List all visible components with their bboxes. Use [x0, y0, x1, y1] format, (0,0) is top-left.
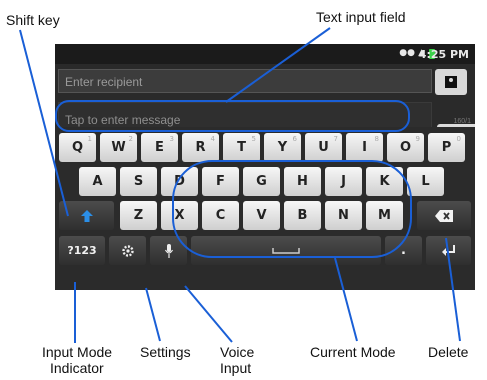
- delete-key[interactable]: [417, 201, 471, 230]
- shift-key[interactable]: [59, 201, 114, 230]
- key-z[interactable]: Z: [120, 201, 157, 230]
- key-label: R: [195, 140, 206, 155]
- callout-text-input-field: Text input field: [316, 9, 406, 25]
- key-label: O: [399, 140, 412, 155]
- key-y[interactable]: Y6: [264, 133, 301, 162]
- callout-current-mode: Current Mode: [310, 344, 396, 360]
- key-w[interactable]: W2: [100, 133, 137, 162]
- settings-callout-line: [145, 287, 161, 342]
- callout-voice-line2: Input: [220, 360, 252, 376]
- contact-icon: [445, 76, 457, 88]
- microphone-icon: [164, 243, 173, 258]
- status-time: 4:25 PM: [418, 48, 469, 61]
- gear-icon: [121, 244, 134, 257]
- key-l[interactable]: L: [407, 167, 444, 196]
- callout-voice-line1: Voice: [220, 344, 255, 360]
- key-label: I: [362, 140, 367, 155]
- callout-settings: Settings: [140, 344, 191, 360]
- key-t[interactable]: T5: [223, 133, 260, 162]
- key-e[interactable]: E3: [141, 133, 178, 162]
- shift-arrow-icon: [80, 209, 93, 222]
- key-o[interactable]: O9: [387, 133, 424, 162]
- callout-delete: Delete: [428, 344, 469, 360]
- recipient-input[interactable]: Enter recipient: [58, 69, 432, 93]
- callout-input-mode-indicator: Input Mode Indicator: [42, 344, 112, 376]
- key-r[interactable]: R4: [182, 133, 219, 162]
- key-u[interactable]: U7: [305, 133, 342, 162]
- key-i[interactable]: I8: [346, 133, 383, 162]
- key-label: T: [237, 140, 246, 155]
- input-mode-key[interactable]: ?123: [59, 236, 105, 265]
- key-a[interactable]: A: [79, 167, 116, 196]
- text-input-highlight: [55, 100, 410, 132]
- callout-input-mode-line2: Indicator: [50, 360, 104, 376]
- contacts-button[interactable]: [435, 69, 467, 95]
- key-label: Y: [277, 140, 288, 155]
- settings-key[interactable]: [109, 236, 146, 265]
- key-label: W: [111, 140, 126, 155]
- key-q[interactable]: Q1: [59, 133, 96, 162]
- enter-arrow-icon: [441, 244, 455, 256]
- callout-shift-key: Shift key: [6, 12, 60, 28]
- key-hint: 9: [415, 135, 420, 143]
- enter-key[interactable]: [426, 236, 471, 265]
- key-label: P: [441, 140, 452, 155]
- current-mode-highlight: [172, 160, 412, 258]
- key-label: E: [155, 140, 164, 155]
- key-hint: 0: [456, 135, 461, 143]
- voice-callout-line: [184, 285, 233, 343]
- backspace-icon: [435, 209, 453, 222]
- status-bar: ●● ▲ 4:25 PM: [55, 44, 475, 64]
- key-s[interactable]: S: [120, 167, 157, 196]
- callout-voice-input: Voice Input: [220, 344, 254, 376]
- key-p[interactable]: P0: [428, 133, 465, 162]
- callout-input-mode-line1: Input Mode: [42, 344, 113, 360]
- key-label: Q: [71, 140, 84, 155]
- phone-screen: ●● ▲ 4:25 PM Enter recipient Tap to ente…: [55, 44, 475, 290]
- key-label: U: [318, 140, 329, 155]
